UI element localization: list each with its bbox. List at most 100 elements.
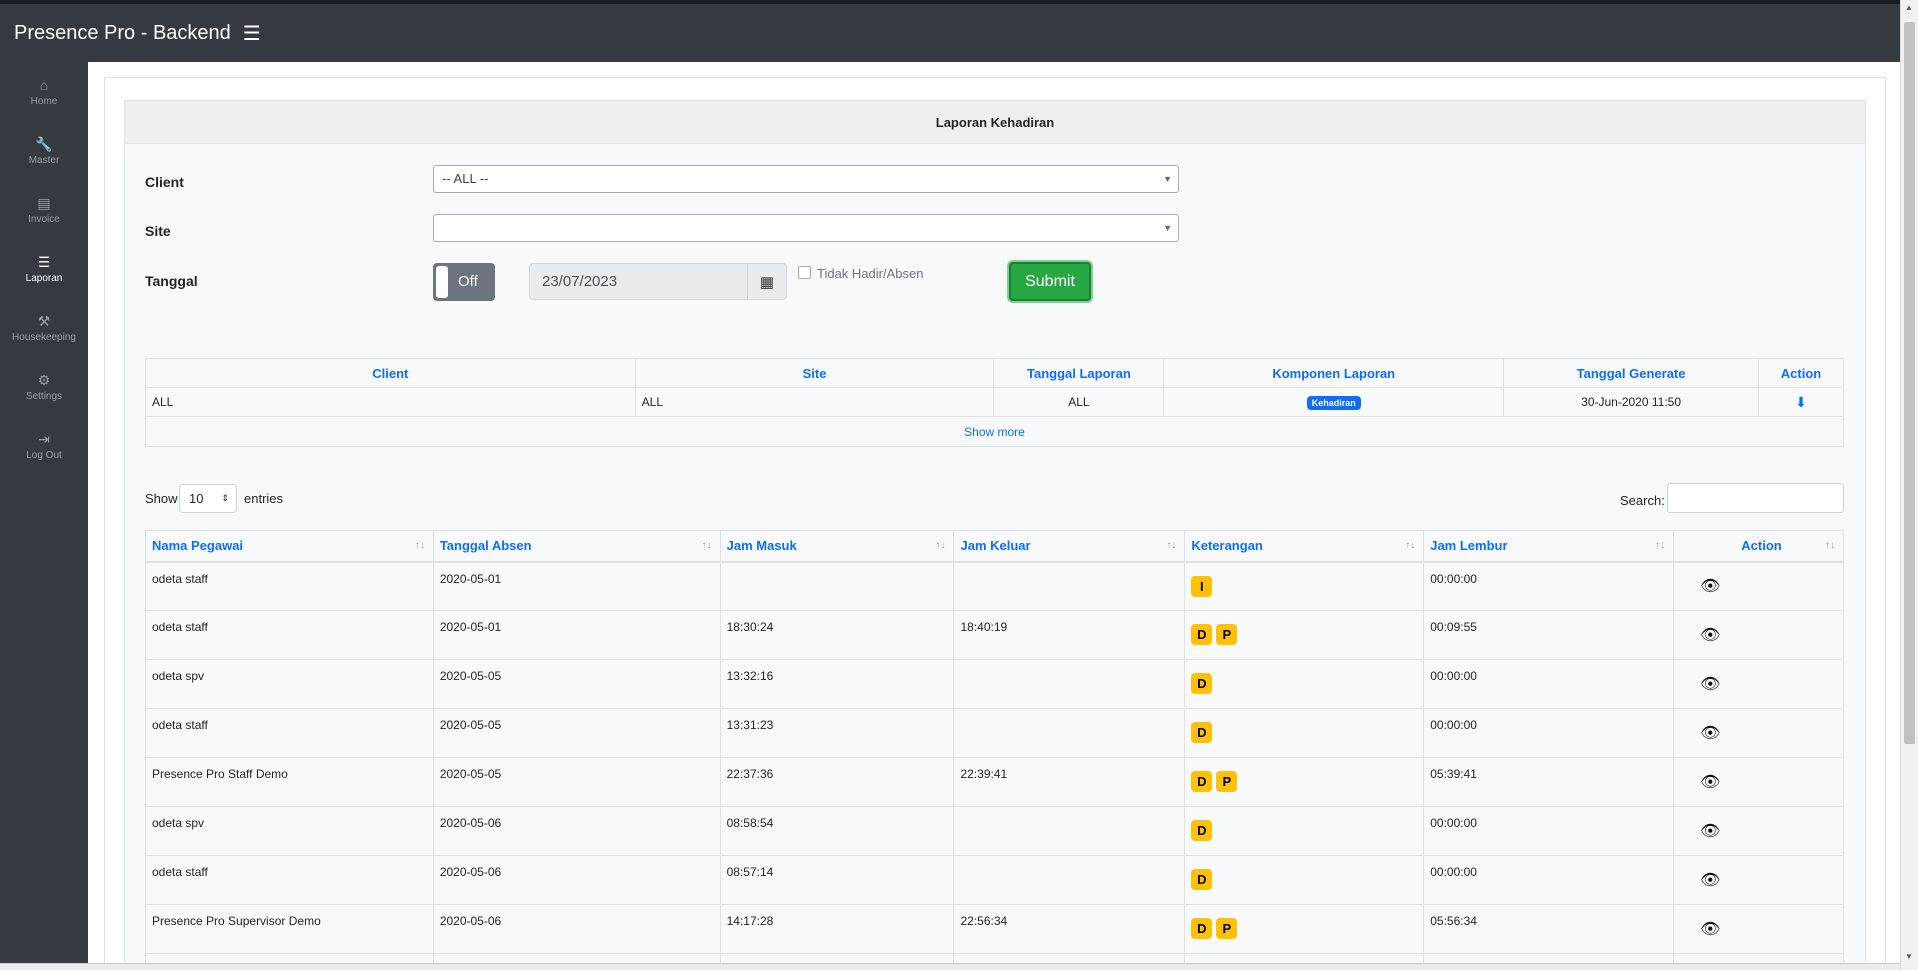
table-row: odeta staff 2020-05-05 13:31:23 D 00:00:00 👁 bbox=[145, 708, 1844, 758]
cell-jam-masuk: 14:17:28 bbox=[719, 904, 955, 954]
column-header-keterangan[interactable]: Keterangan ↑↓ bbox=[1184, 530, 1425, 563]
cell-nama-pegawai: odeta staff bbox=[145, 610, 434, 660]
view-eye-icon[interactable]: 👁 bbox=[1700, 774, 1720, 791]
cell-tanggal: ALL bbox=[993, 387, 1165, 417]
view-eye-icon[interactable]: 👁 bbox=[1700, 823, 1720, 840]
cell-tanggal-absen: 2020-05-05 bbox=[432, 757, 721, 807]
cell-nama-pegawai: odeta staff bbox=[145, 708, 434, 758]
cell-jam-lembur: 00:00:00 bbox=[1423, 561, 1675, 611]
cell-jam-masuk: 18:30:24 bbox=[719, 610, 955, 660]
sidebar-item-housekeeping[interactable]: ⚒ Housekeeping bbox=[0, 298, 88, 357]
sidebar-item-master[interactable]: 🔧 Master bbox=[0, 121, 88, 180]
header-label: Jam Masuk bbox=[726, 538, 797, 554]
column-header-tanggal-laporan: Tanggal Laporan bbox=[993, 358, 1165, 388]
cell-jam-lembur: 00:09:55 bbox=[1423, 610, 1675, 660]
view-eye-icon[interactable]: 👁 bbox=[1700, 921, 1720, 938]
cell-keterangan: D bbox=[1184, 708, 1425, 758]
show-label: Show bbox=[145, 491, 178, 506]
column-header-site: Site bbox=[634, 358, 995, 388]
sidebar-item-home[interactable]: ⌂ Home bbox=[0, 62, 88, 121]
show-more-link[interactable]: Show more bbox=[145, 416, 1844, 447]
column-header-jam-keluar[interactable]: Jam Keluar ↑↓ bbox=[953, 530, 1186, 563]
cell-jam-lembur: 05:39:41 bbox=[1423, 757, 1675, 807]
view-eye-icon[interactable]: 👁 bbox=[1700, 872, 1720, 889]
komponen-badge: Kehadiran bbox=[1306, 395, 1361, 410]
view-eye-icon[interactable]: 👁 bbox=[1700, 578, 1720, 595]
cell-action: 👁 bbox=[1673, 659, 1844, 709]
scroll-up-arrow-icon[interactable]: ▲ bbox=[1905, 3, 1913, 12]
toggle-text: Off bbox=[458, 273, 478, 290]
scrollbar-thumb[interactable] bbox=[1904, 22, 1915, 744]
sidebar-item-label: Housekeeping bbox=[12, 331, 76, 343]
header-label: Keterangan bbox=[1191, 538, 1263, 554]
cell-jam-keluar bbox=[953, 561, 1186, 611]
cell-keterangan: D bbox=[1184, 806, 1425, 856]
window-bottom-edge bbox=[0, 963, 1900, 970]
cell-keterangan: D bbox=[1184, 855, 1425, 905]
view-eye-icon[interactable]: 👁 bbox=[1700, 676, 1720, 693]
sidebar-item-label: Settings bbox=[25, 390, 63, 402]
sidebar-item-laporan[interactable]: ☰ Laporan bbox=[0, 239, 88, 298]
site-select[interactable]: ▼ bbox=[433, 214, 1179, 242]
sidebar-item-label: Home bbox=[30, 95, 58, 107]
cell-action: 👁 bbox=[1673, 610, 1844, 660]
logout-icon: ⇥ bbox=[38, 430, 50, 447]
site-label: Site bbox=[145, 223, 171, 239]
scroll-down-arrow-icon[interactable]: ▼ bbox=[1905, 952, 1913, 961]
column-header-jam-masuk[interactable]: Jam Masuk ↑↓ bbox=[719, 530, 955, 563]
table-row: Presence Pro Staff Demo 2020-05-05 22:37:3… bbox=[145, 757, 1844, 807]
table-row: odeta staff 2020-05-01 I 00:00:00 👁 bbox=[145, 561, 1844, 611]
calendar-button[interactable]: ▦ bbox=[747, 263, 787, 300]
sort-icon: ↑↓ bbox=[1166, 540, 1177, 551]
date-input[interactable]: 23/07/2023 bbox=[529, 263, 748, 300]
submit-button[interactable]: Submit bbox=[1009, 262, 1091, 301]
cell-jam-masuk: 13:31:23 bbox=[719, 708, 955, 758]
list-icon: ☰ bbox=[37, 253, 51, 270]
cell-jam-masuk bbox=[719, 561, 955, 611]
sidebar-item-settings[interactable]: ⚙ Settings bbox=[0, 357, 88, 416]
search-input[interactable] bbox=[1667, 483, 1844, 513]
top-navbar: Presence Pro - Backend ☰ bbox=[0, 0, 1900, 62]
cell-site: ALL bbox=[634, 387, 995, 417]
column-header-action[interactable]: Action ↑↓ bbox=[1673, 530, 1844, 563]
page-scrollbar[interactable]: ▲ ▼ bbox=[1900, 0, 1918, 970]
keterangan-badge: D bbox=[1191, 624, 1213, 645]
client-select[interactable]: -- ALL -- ▼ bbox=[433, 165, 1179, 193]
cell-generate: 30-Jun-2020 11:50 bbox=[1503, 387, 1759, 417]
sidebar-item-invoice[interactable]: ▤ Invoice bbox=[0, 180, 88, 239]
card-title: Laporan Kehadiran bbox=[124, 100, 1866, 144]
header-label: Jam Keluar bbox=[960, 538, 1031, 554]
cell-nama-pegawai: odeta spv bbox=[145, 806, 434, 856]
wrench-icon: 🔧 bbox=[35, 135, 53, 152]
keterangan-badge: D bbox=[1191, 722, 1213, 743]
cell-jam-keluar bbox=[953, 855, 1186, 905]
view-eye-icon[interactable]: 👁 bbox=[1700, 627, 1720, 644]
date-toggle[interactable]: Off bbox=[433, 263, 495, 301]
column-header-tanggal-absen[interactable]: Tanggal Absen ↑↓ bbox=[432, 530, 721, 563]
column-header-tanggal-generate: Tanggal Generate bbox=[1503, 358, 1759, 388]
cell-komponen: Kehadiran bbox=[1163, 387, 1505, 417]
cell-jam-keluar bbox=[953, 806, 1186, 856]
cell-jam-lembur: 00:00:00 bbox=[1423, 659, 1675, 709]
cell-action: ⬇ bbox=[1758, 387, 1844, 417]
view-eye-icon[interactable]: 👁 bbox=[1700, 725, 1720, 742]
column-header-nama-pegawai[interactable]: Nama Pegawai ↑↓ bbox=[145, 530, 434, 563]
home-icon: ⌂ bbox=[39, 76, 49, 93]
sidebar-item-label: Invoice bbox=[28, 213, 60, 225]
broom-icon: ⚒ bbox=[37, 312, 51, 329]
cell-action: 👁 bbox=[1673, 904, 1844, 954]
menu-toggle-icon[interactable]: ☰ bbox=[243, 21, 261, 46]
entries-length-select[interactable]: 10 ⇕ bbox=[179, 484, 237, 513]
sort-icon: ↑↓ bbox=[1405, 540, 1416, 551]
cell-nama-pegawai: Presence Pro Supervisor Demo bbox=[145, 904, 434, 954]
tidak-hadir-label[interactable]: Tidak Hadir/Absen bbox=[817, 266, 923, 281]
table-row: odeta staff 2020-05-06 08:57:14 D 00:00:00 👁 bbox=[145, 855, 1844, 905]
tidak-hadir-checkbox[interactable] bbox=[798, 266, 811, 279]
sort-icon: ↑↓ bbox=[701, 540, 712, 551]
keterangan-badge: D bbox=[1191, 820, 1213, 841]
cell-jam-keluar bbox=[953, 708, 1186, 758]
column-header-jam-lembur[interactable]: Jam Lembur ↑↓ bbox=[1423, 530, 1675, 563]
download-icon[interactable]: ⬇ bbox=[1795, 394, 1807, 410]
cell-tanggal-absen: 2020-05-05 bbox=[432, 659, 721, 709]
sidebar-item-log-out[interactable]: ⇥ Log Out bbox=[0, 416, 88, 475]
